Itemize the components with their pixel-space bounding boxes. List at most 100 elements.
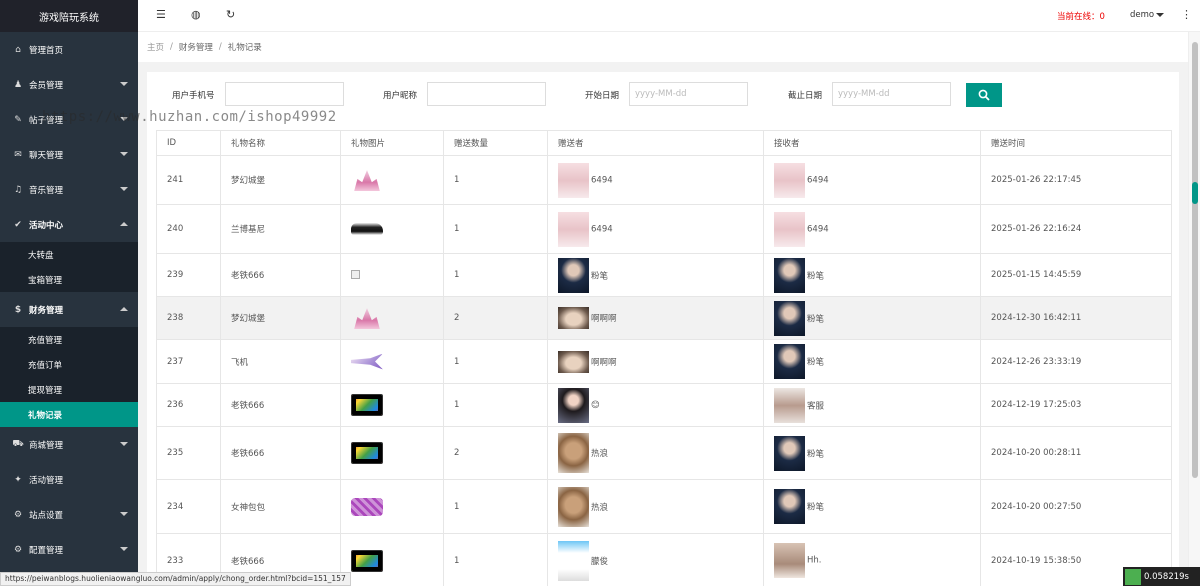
sidebar-item-label: 聊天管理 [29, 150, 64, 161]
refresh-icon[interactable]: ↻ [226, 8, 235, 21]
cell-time: 2024-12-26 23:33:19 [980, 339, 1172, 384]
sidebar-item-event[interactable]: ✦ 活动管理 [0, 462, 138, 497]
cell-name: 兰博基尼 [220, 204, 341, 254]
breadcrumb-section[interactable]: 财务管理 [179, 41, 213, 53]
cell-id: 237 [156, 339, 221, 384]
sidebar-item-config[interactable]: ⚙ 配置管理 [0, 532, 138, 567]
sidebar-item-music[interactable]: ♫ 音乐管理 [0, 172, 138, 207]
avatar [774, 344, 805, 379]
phone-input[interactable] [225, 82, 344, 106]
cell-id: 234 [156, 479, 221, 534]
user-name: 6494 [807, 175, 829, 185]
cell-name: 老铁666 [220, 383, 341, 427]
chevron-up-icon [120, 307, 128, 311]
cell-sender: 粉笔 [547, 253, 764, 297]
cell-id: 235 [156, 426, 221, 480]
start-date-input[interactable] [629, 82, 748, 106]
page-scrollbar[interactable] [1188, 32, 1200, 586]
user-name: 粉笔 [807, 502, 825, 513]
table-row: 237 飞机 1 啊啊啊 粉笔 2024-12-26 23:33:19 [156, 339, 1172, 384]
more-vertical-icon[interactable]: ⋮ [1181, 8, 1192, 21]
globe-icon[interactable]: ◍ [191, 8, 201, 21]
sidebar-item-home[interactable]: ⌂ 管理首页 [0, 32, 138, 67]
cell-id: 241 [156, 155, 221, 205]
chevron-down-icon[interactable] [1156, 13, 1164, 17]
sidebar-item-finance[interactable]: $ 财务管理 [0, 292, 138, 327]
submenu-item[interactable]: 充值管理 [0, 327, 138, 352]
chevron-down-icon [120, 152, 128, 156]
cell-gift-image [340, 383, 444, 427]
search-icon [978, 89, 990, 101]
cell-id: 236 [156, 383, 221, 427]
user-menu[interactable]: demo [1130, 10, 1154, 20]
cell-sender: 啊啊啊 [547, 339, 764, 384]
cell-receiver: 粉笔 [763, 339, 981, 384]
config-icon: ⚙ [13, 544, 23, 555]
submenu-item[interactable]: 宝箱管理 [0, 267, 138, 292]
table-row: 240 兰博基尼 1 6494 6494 2025-01-26 22:16:24 [156, 204, 1172, 254]
broken-image-icon [351, 270, 360, 279]
avatar [774, 543, 805, 578]
avatar [774, 435, 805, 471]
nickname-input[interactable] [427, 82, 546, 106]
submenu-item[interactable]: 充值订单 [0, 352, 138, 377]
menu-toggle-icon[interactable]: ☰ [156, 8, 166, 21]
cell-id: 239 [156, 253, 221, 297]
cell-id: 238 [156, 296, 221, 340]
start-date-label: 开始日期 [585, 91, 620, 101]
gift-image [351, 549, 383, 572]
activity-icon: ✔ [14, 219, 22, 230]
table-body: 241 梦幻城堡 1 6494 6494 2025-01-26 22:17:45 240 兰博… [156, 155, 1172, 586]
user-name: 6494 [591, 224, 613, 234]
user-name: 粉笔 [807, 271, 825, 281]
user-name: 😊 [591, 400, 600, 410]
chevron-down-icon [120, 547, 128, 551]
event-icon: ✦ [14, 474, 22, 485]
sidebar-item-chat[interactable]: ✉ 聊天管理 [0, 137, 138, 172]
sidebar-item-user[interactable]: ♟ 会员管理 [0, 67, 138, 102]
gift-image [351, 442, 383, 464]
sidebar-item-label: 管理首页 [29, 45, 64, 56]
scroll-thumb[interactable] [1192, 42, 1198, 478]
avatar [774, 489, 805, 524]
user-name: 粉笔 [591, 271, 609, 281]
sidebar-item-label: 财务管理 [29, 305, 64, 316]
search-button[interactable] [966, 83, 1002, 107]
cell-sender: 热浪 [547, 426, 764, 480]
timer-value: 0.058219s [1144, 571, 1189, 582]
cell-time: 2025-01-26 22:17:45 [980, 155, 1172, 205]
top-bar: ☰ ◍ ↻ 当前在线：0 demo ⋮ [138, 0, 1200, 32]
submenu-item[interactable]: 大转盘 [0, 242, 138, 267]
breadcrumb-separator: / [218, 42, 222, 52]
avatar [774, 257, 805, 293]
sidebar-item-label: 商城管理 [29, 440, 64, 451]
chat-icon: ✉ [14, 149, 22, 160]
settings-icon: ⚙ [13, 509, 23, 520]
sidebar-item-activity[interactable]: ✔ 活动中心 [0, 207, 138, 242]
breadcrumb-home[interactable]: 主页 [147, 41, 164, 53]
cell-time: 2024-12-30 16:42:11 [980, 296, 1172, 340]
user-name: 6494 [591, 175, 613, 185]
sidebar-item-label: 活动中心 [29, 220, 64, 231]
submenu-item[interactable]: 提现管理 [0, 377, 138, 402]
cell-count: 1 [443, 339, 548, 384]
avatar [558, 433, 589, 473]
sidebar-item-cart[interactable]: ⛟ 商城管理 [0, 427, 138, 462]
status-url: https://peiwanblogs.huolieniaowangluo.co… [0, 572, 351, 586]
cell-gift-image [340, 533, 444, 586]
cell-count: 1 [443, 479, 548, 534]
user-name: 啊啊啊 [591, 357, 617, 368]
end-date-input[interactable] [832, 82, 951, 106]
cell-sender: 热浪 [547, 479, 764, 534]
submenu-item[interactable]: 礼物记录 [0, 402, 138, 427]
sidebar-item-label: 配置管理 [29, 545, 64, 556]
cell-count: 2 [443, 296, 548, 340]
cell-receiver: 粉笔 [763, 253, 981, 297]
cell-time: 2024-12-19 17:25:03 [980, 383, 1172, 427]
chevron-down-icon [120, 442, 128, 446]
sidebar-item-label: 活动管理 [29, 475, 64, 486]
cell-sender: 😊 [547, 383, 764, 427]
column-header: 赠送者 [547, 130, 764, 156]
avatar [558, 350, 589, 373]
sidebar-item-settings[interactable]: ⚙ 站点设置 [0, 497, 138, 532]
